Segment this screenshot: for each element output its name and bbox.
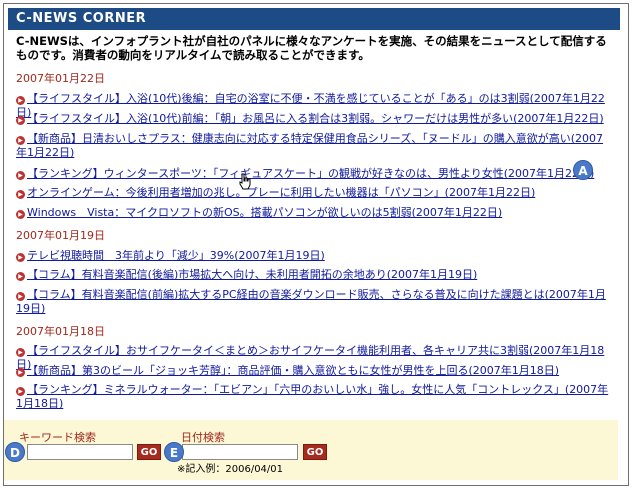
news-link[interactable]: オンラインゲーム：今後利用者増加の兆し。プレーに利用したい機器は「パソコン」(2… [27, 186, 535, 199]
news-link[interactable]: 【新商品】日清おいしさプラス：健康志向に対応する特定保健用食品シリーズ、「ヌード… [16, 132, 603, 159]
bullet-arrow-icon: ▶ [16, 253, 25, 262]
news-link[interactable]: 【コラム】有料音楽配信(後編)市場拡大へ向け、未利用者開拓の余地あり(2007年… [27, 268, 477, 281]
news-link[interactable]: 【コラム】有料音楽配信(前編)拡大するPC経由の音楽ダウンロード販売、さらなる普… [16, 288, 606, 315]
news-link[interactable]: Windows Vista：マイクロソフトの新OS。搭載パソコンが欲しいのは5割… [27, 206, 502, 219]
news-item[interactable]: ▶ 【ランキング】ウィンタースポーツ：「フィギュアスケート」の観戦が好きなのは、男… [16, 167, 612, 181]
news-item[interactable]: ▶ 【コラム】有料音楽配信(前編)拡大するPC経由の音楽ダウンロード販売、さらなる… [16, 288, 612, 316]
date-search-label: 日付検索 [181, 431, 225, 444]
page-title: C-NEWS CORNER [8, 8, 620, 30]
news-item[interactable]: ▶ オンラインゲーム：今後利用者増加の兆し。プレーに利用したい機器は「パソコン」(… [16, 186, 612, 200]
marker-a-badge: A [573, 160, 593, 180]
bullet-arrow-icon: ▶ [16, 387, 25, 396]
news-link[interactable]: 【ライフスタイル】入浴(10代)前編：「朝」お風呂に入る割合は3割弱。シャワーだ… [27, 112, 604, 125]
news-frame: C-NEWS CORNER C-NEWSは、インフォプラント社が自社のパネルに様… [3, 3, 629, 486]
section-date: 2007年01月22日 [16, 72, 105, 85]
news-item[interactable]: ▶ 【新商品】第3のビール「ジョッキ芳醇」：商品評価・購入意欲ともに女性が男性を上… [16, 364, 612, 378]
news-item[interactable]: ▶ 【コラム】有料音楽配信(後編)市場拡大へ向け、未利用者開拓の余地あり(2007… [16, 268, 612, 282]
bullet-arrow-icon: ▶ [16, 116, 25, 125]
hand-pointer-icon [239, 173, 251, 190]
keyword-search-label: キーワード検索 [19, 431, 96, 444]
bullet-arrow-icon: ▶ [16, 210, 25, 219]
bullet-arrow-icon: ▶ [16, 368, 25, 377]
news-link[interactable]: 【ランキング】ミネラルウォーター：「エビアン」「六甲のおいしい水」強し。女性に人… [16, 383, 608, 410]
news-link[interactable]: 【ランキング】ウィンタースポーツ：「フィギュアスケート」の観戦が好きなのは、男性… [27, 167, 594, 180]
keyword-search-input[interactable] [27, 444, 133, 460]
date-search-input[interactable] [182, 444, 298, 460]
news-link[interactable]: 【新商品】第3のビール「ジョッキ芳醇」：商品評価・購入意欲ともに女性が男性を上回… [27, 364, 559, 377]
bullet-arrow-icon: ▶ [16, 96, 25, 105]
news-link[interactable]: テレビ視聴時間 3年前より「減少」39%(2007年1月19日) [27, 249, 325, 262]
date-example-note: ※記入例：2006/04/01 [177, 464, 284, 475]
news-item[interactable]: ▶ Windows Vista：マイクロソフトの新OS。搭載パソコンが欲しいのは5… [16, 206, 612, 220]
bullet-arrow-icon: ▶ [16, 292, 25, 301]
news-item[interactable]: ▶ 【ライフスタイル】入浴(10代)前編：「朝」お風呂に入る割合は3割弱。シャワー… [16, 112, 612, 126]
date-go-button[interactable]: GO [303, 444, 327, 460]
bullet-arrow-icon: ▶ [16, 272, 25, 281]
news-item[interactable]: ▶ 【ランキング】ミネラルウォーター：「エビアン」「六甲のおいしい水」強し。女性に… [16, 383, 612, 411]
marker-e-badge: E [164, 442, 184, 462]
news-item[interactable]: ▶ 【新商品】日清おいしさプラス：健康志向に対応する特定保健用食品シリーズ、「ヌー… [16, 132, 612, 160]
section-date: 2007年01月19日 [16, 229, 105, 242]
bullet-arrow-icon: ▶ [16, 171, 25, 180]
intro-text: C-NEWSは、インフォプラント社が自社のパネルに様々なアンケートを実施、その結… [16, 34, 607, 62]
keyword-go-button[interactable]: GO [137, 444, 161, 460]
bullet-arrow-icon: ▶ [16, 348, 25, 357]
bullet-arrow-icon: ▶ [16, 136, 25, 145]
news-item[interactable]: ▶ テレビ視聴時間 3年前より「減少」39%(2007年1月19日) [16, 249, 612, 263]
bullet-arrow-icon: ▶ [16, 190, 25, 199]
section-date: 2007年01月18日 [16, 325, 105, 338]
marker-d-badge: D [5, 442, 25, 462]
